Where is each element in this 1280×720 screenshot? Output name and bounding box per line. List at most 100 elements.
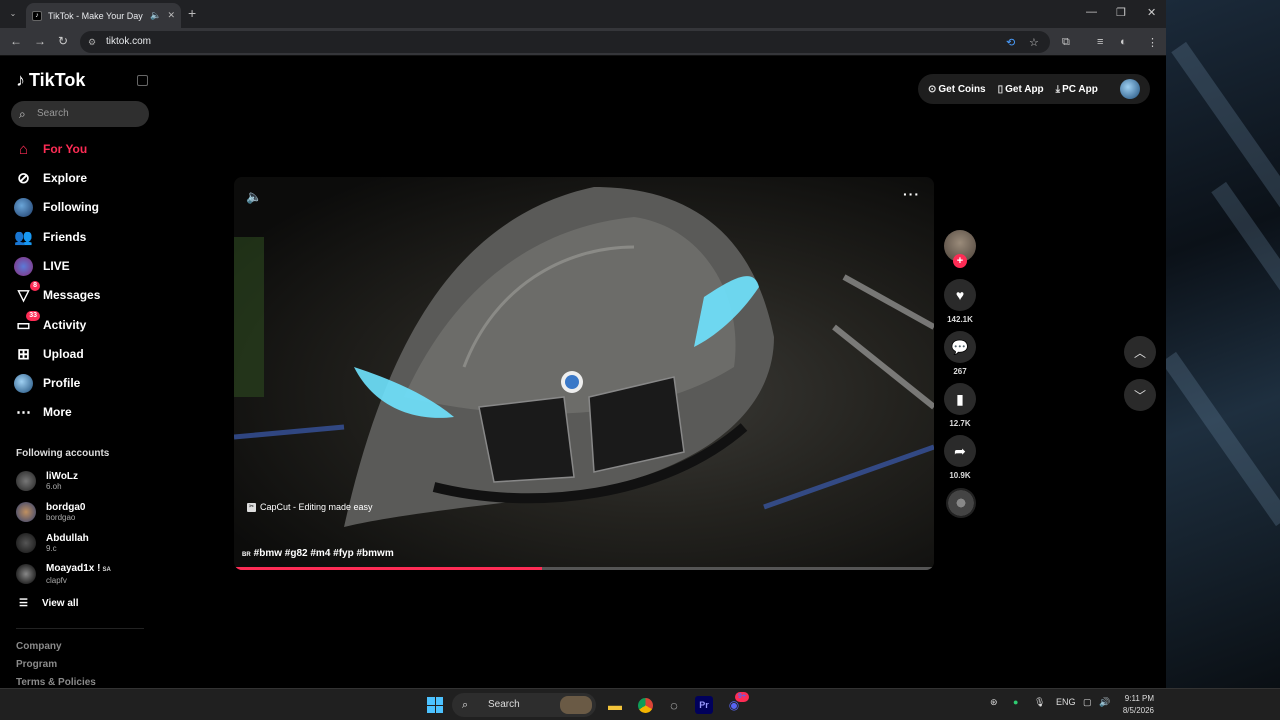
header-actions: ⊙ Get Coins ▯ Get App ⤓ PC App [918, 74, 1150, 104]
file-explorer-icon[interactable]: ▬ [606, 696, 624, 714]
avatar [16, 502, 36, 522]
collapse-sidebar-icon[interactable] [137, 75, 148, 86]
caption-prefix: BR [242, 552, 251, 558]
account-name: Abdullah [46, 532, 89, 544]
nav-following[interactable]: Following [14, 195, 154, 219]
chrome-icon[interactable] [636, 696, 654, 714]
account-item[interactable]: bordga0 bordgao [16, 498, 156, 526]
nav-for-you[interactable]: ⌂ For You [14, 137, 154, 161]
footer-link-program[interactable]: Program [16, 659, 57, 670]
chevron-up-icon: ︿ [1133, 345, 1146, 360]
heart-icon: ♥ [944, 279, 976, 311]
get-app-button[interactable]: ▯ Get App [998, 84, 1044, 95]
following-avatar [14, 197, 33, 217]
extensions-icon[interactable]: ⧉ [1062, 36, 1070, 49]
reload-icon[interactable]: ↻ [58, 34, 68, 48]
nav-activity[interactable]: ▭ 33 Activity [14, 310, 154, 337]
close-window-icon[interactable]: ✕ [1147, 6, 1156, 19]
new-tab-icon[interactable]: + [188, 5, 196, 21]
nav-messages[interactable]: ▽ 8 Messages [14, 280, 154, 307]
tab-search-icon[interactable]: ⌄ [6, 7, 20, 21]
address-bar: ← → ↻ ⚙ tiktok.com ⟲ ☆ ⧉ ≡ ◐ ⋮ [0, 28, 1166, 56]
volume-tray-icon[interactable]: 🔊 [1099, 697, 1110, 708]
search-input[interactable]: ⌕ Search [11, 101, 149, 127]
site-info-icon[interactable]: ⚙ [88, 31, 96, 53]
tiktok-note-icon: ♪ [16, 70, 25, 90]
previous-video-button[interactable]: ︿ [1124, 336, 1156, 368]
nav-label: Messages [43, 288, 101, 302]
account-item[interactable]: liWoLz 6.oh [16, 467, 156, 495]
nav-upload[interactable]: ⊞ Upload [14, 342, 154, 366]
language-indicator[interactable]: ENG [1056, 697, 1076, 707]
nav-live[interactable]: LIVE [14, 254, 154, 278]
video-player[interactable]: 🔈 ··· ✂ CapCut - Editing made easy BR #bm… [234, 177, 934, 570]
search-icon: ⌕ [462, 699, 469, 711]
taskbar: ⌕ Search ▬ ◌ Pr ◉ 9+ ⊛ ● 🎙 ENG ▢ 🔊 9:11 P… [0, 688, 1280, 720]
url-field[interactable]: ⚙ tiktok.com [80, 31, 1050, 53]
comment-button[interactable]: 💬 267 [944, 331, 976, 376]
effect-label[interactable]: ✂ CapCut - Editing made easy [247, 502, 373, 512]
media-control-icon[interactable]: ≡ [1097, 36, 1103, 48]
clock[interactable]: 9:11 PM 8/5/2026 [1118, 693, 1154, 717]
effect-label-text: CapCut - Editing made easy [260, 502, 373, 512]
nav-profile[interactable]: Profile [14, 371, 154, 395]
tiktok-logo[interactable]: ♪ TikTok [16, 70, 85, 91]
follow-plus-icon[interactable]: + [953, 254, 967, 268]
nav-friends[interactable]: 👥 Friends [14, 225, 154, 249]
tab-title: TikTok - Make Your Day [48, 10, 143, 21]
nav-explore[interactable]: ⊘ Explore [14, 166, 154, 190]
premiere-icon[interactable]: Pr [695, 696, 713, 714]
account-item[interactable]: Abdullah 9.c [16, 529, 156, 557]
search-icon: ⌕ [19, 107, 26, 121]
search-highlight-image [560, 696, 592, 714]
restore-icon[interactable]: ❐ [1116, 6, 1126, 19]
avatar [16, 471, 36, 491]
nav-more[interactable]: ⋯ More [14, 400, 154, 424]
share-button[interactable]: ➦ 10.9K [944, 435, 976, 480]
account-item[interactable]: Moayad1x ! SA clapfv [16, 560, 156, 588]
user-avatar[interactable] [1120, 79, 1140, 99]
display-icon[interactable]: ▢ [1083, 697, 1092, 708]
footer-link-terms[interactable]: Terms & Policies [16, 677, 96, 688]
save-button[interactable]: ▮ 12.7K [944, 383, 976, 428]
profile-icon[interactable]: ◐ [1120, 36, 1127, 48]
nav-label: Upload [43, 347, 84, 361]
forward-icon[interactable]: → [34, 34, 46, 48]
friends-icon: 👥 [14, 229, 33, 246]
close-tab-icon[interactable]: ✕ [167, 10, 175, 21]
divider [16, 628, 144, 629]
desktop-wallpaper [1166, 0, 1280, 688]
share-icon: ➦ [944, 435, 976, 467]
pc-app-button[interactable]: ⤓ PC App [1056, 84, 1098, 95]
minimize-icon[interactable]: — [1086, 6, 1097, 18]
tray-status-icon[interactable]: ● [1013, 697, 1018, 707]
next-video-button[interactable]: ﹀ [1124, 379, 1156, 411]
taskbar-search[interactable]: ⌕ Search [452, 693, 596, 717]
save-count: 12.7K [949, 419, 971, 428]
discord-icon[interactable]: ◉ 9+ [725, 692, 749, 714]
hashtags: #bmw #g82 #m4 #fyp #bmwm [253, 548, 394, 559]
music-disc-icon[interactable] [946, 488, 976, 518]
speaker-icon[interactable]: 🔈 [150, 10, 161, 21]
more-options-icon[interactable]: ··· [903, 186, 920, 202]
volume-icon[interactable]: 🔈 [246, 189, 262, 205]
share-count: 10.9K [949, 471, 971, 480]
microphone-icon[interactable]: 🎙 [1034, 697, 1045, 708]
view-all-link[interactable]: ☰ View all [19, 598, 78, 609]
browser-window: ⌄ ♪ TikTok - Make Your Day 🔈 ✕ + — ❐ ✕ ←… [0, 0, 1166, 688]
browser-tab[interactable]: ♪ TikTok - Make Your Day 🔈 ✕ [26, 3, 181, 28]
upload-icon: ⊞ [17, 346, 30, 363]
start-button[interactable] [426, 696, 444, 714]
translate-icon[interactable]: ⟲ [1006, 36, 1015, 49]
back-icon[interactable]: ← [10, 34, 22, 48]
get-coins-button[interactable]: ⊙ Get Coins [928, 84, 986, 95]
footer-link-company[interactable]: Company [16, 641, 62, 652]
video-progress-bar[interactable] [234, 567, 934, 570]
app-icon[interactable]: ◌ [665, 696, 683, 714]
tray-app-icon[interactable]: ⊛ [990, 697, 998, 708]
bookmark-star-icon[interactable]: ☆ [1029, 36, 1039, 49]
browser-menu-icon[interactable]: ⋮ [1147, 36, 1158, 49]
video-caption[interactable]: BR #bmw #g82 #m4 #fyp #bmwm [242, 548, 394, 559]
like-button[interactable]: ♥ 142.1K [944, 279, 976, 324]
country-flag: SA [102, 566, 111, 573]
